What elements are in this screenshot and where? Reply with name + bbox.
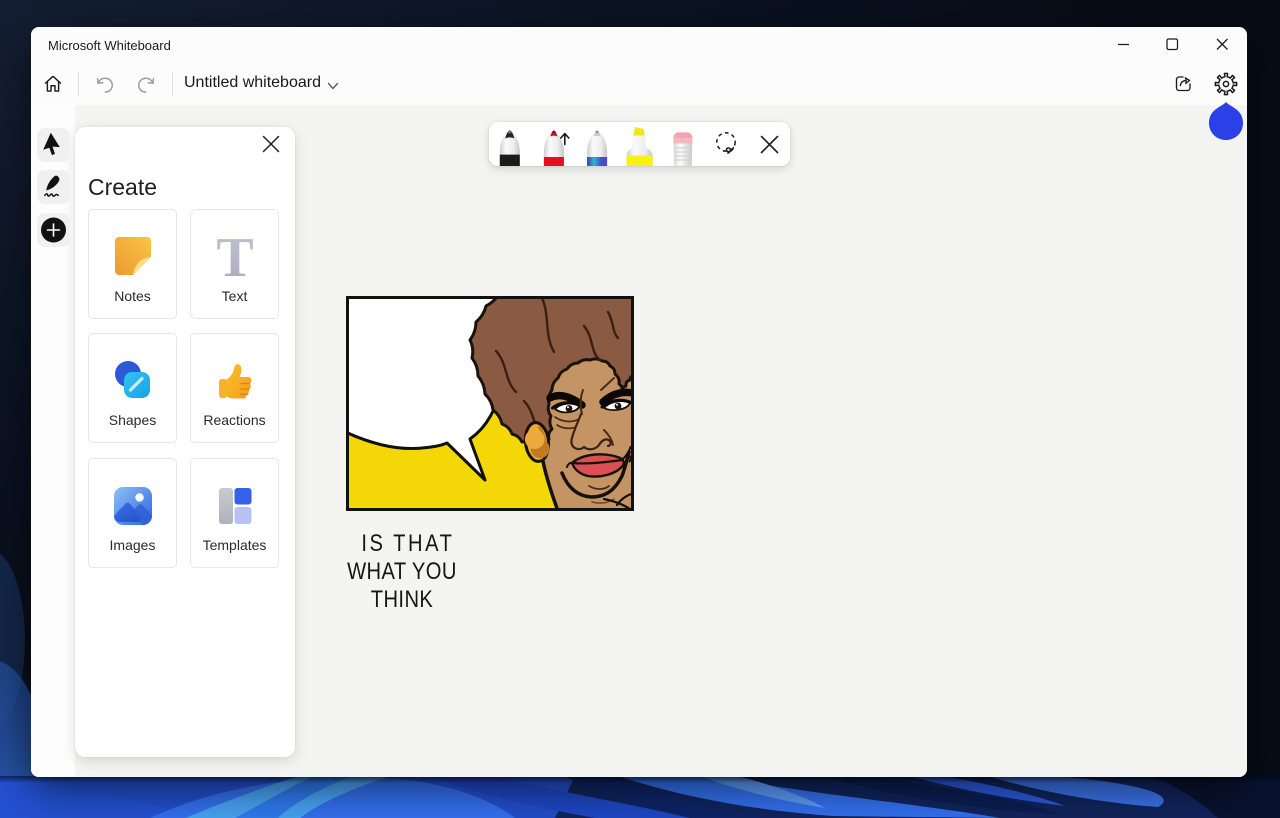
svg-text:T: T bbox=[216, 235, 253, 279]
